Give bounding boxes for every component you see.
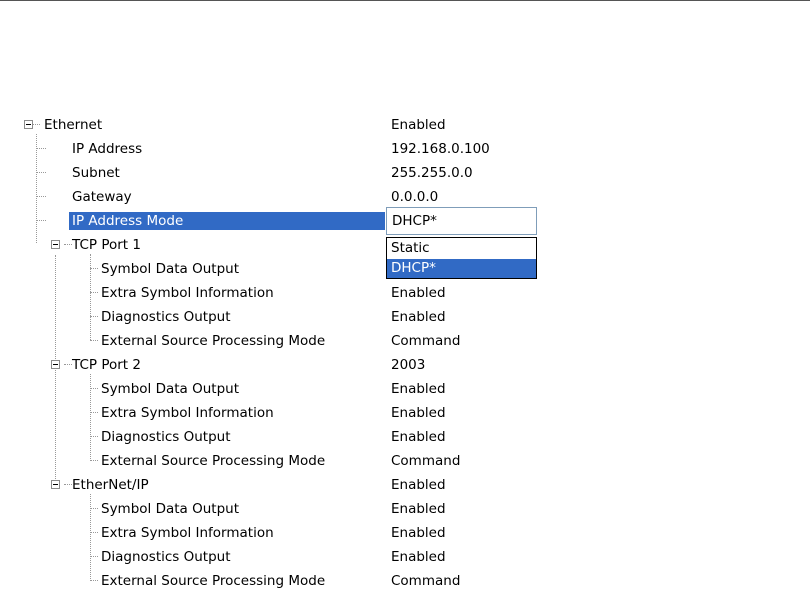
collapse-icon[interactable]	[51, 480, 60, 489]
tree-node-label: TCP Port 1	[72, 237, 141, 253]
tree-node-label: Ethernet	[44, 117, 103, 133]
tree-row-external-source-processing-mode[interactable]: External Source Processing Mode Command	[0, 449, 810, 473]
tree-node-value[interactable]: Enabled	[391, 548, 446, 566]
tree-row-diagnostics-output[interactable]: Diagnostics Output Enabled	[0, 425, 810, 449]
tree-node-value[interactable]: 2003	[391, 356, 425, 374]
tree-node-label: Gateway	[72, 189, 132, 205]
collapse-icon[interactable]	[51, 240, 60, 249]
tree-row-symbol-data-output[interactable]: Symbol Data Output Enabled	[0, 497, 810, 521]
tree-node-value[interactable]: Command	[391, 452, 460, 470]
tree-node-value[interactable]: Enabled	[391, 404, 446, 422]
tree-node-value[interactable]: 192.168.0.100	[391, 140, 490, 158]
tree-node-label: Diagnostics Output	[101, 309, 231, 325]
tree-row-diagnostics-output[interactable]: Diagnostics Output Enabled	[0, 545, 810, 569]
combobox-value: DHCP*	[392, 213, 437, 229]
tree-node-label: Extra Symbol Information	[101, 525, 274, 541]
dropdown-option-static[interactable]: Static	[387, 239, 536, 258]
tree-row-ethernet[interactable]: Ethernet Enabled	[0, 113, 810, 137]
tree-node-label: TCP Port 2	[72, 357, 141, 373]
dropdown-option-dhcp[interactable]: DHCP*	[387, 259, 536, 278]
tree-row-extra-symbol-information[interactable]: Extra Symbol Information Enabled	[0, 401, 810, 425]
tree-node-value[interactable]: Enabled	[391, 524, 446, 542]
tree-node-value[interactable]: Enabled	[391, 116, 446, 134]
tree-node-label: EtherNet/IP	[72, 477, 149, 493]
tree-node-value[interactable]: 0.0.0.0	[391, 188, 438, 206]
tree-node-value[interactable]: 255.255.0.0	[391, 164, 473, 182]
tree-row-subnet[interactable]: Subnet 255.255.0.0	[0, 161, 810, 185]
ip-address-mode-combobox[interactable]: DHCP*	[386, 207, 537, 235]
tree-node-label: Extra Symbol Information	[101, 285, 274, 301]
tree-node-label: IP Address Mode	[72, 213, 184, 229]
tree-row-ip-address[interactable]: IP Address 192.168.0.100	[0, 137, 810, 161]
tree-node-label: Diagnostics Output	[101, 549, 231, 565]
tree-node-value[interactable]: Command	[391, 332, 460, 350]
collapse-icon[interactable]	[51, 360, 60, 369]
tree-row-gateway[interactable]: Gateway 0.0.0.0	[0, 185, 810, 209]
tree-node-value[interactable]: Enabled	[391, 380, 446, 398]
tree-node-label: Diagnostics Output	[101, 429, 231, 445]
tree-node-value[interactable]: Enabled	[391, 476, 446, 494]
tree-row-extra-symbol-information[interactable]: Extra Symbol Information Enabled	[0, 521, 810, 545]
tree-node-label: Symbol Data Output	[101, 501, 239, 517]
tree-node-value[interactable]: Enabled	[391, 500, 446, 518]
tree-node-label: Subnet	[72, 165, 120, 181]
tree-node-value[interactable]: Command	[391, 572, 460, 590]
tree-row-tcp-port-2[interactable]: TCP Port 2 2003	[0, 353, 810, 377]
tree-node-label: External Source Processing Mode	[101, 333, 326, 349]
tree-node-value[interactable]: Enabled	[391, 308, 446, 326]
tree-node-label: External Source Processing Mode	[101, 573, 326, 589]
tree-row-external-source-processing-mode[interactable]: External Source Processing Mode Command	[0, 329, 810, 353]
tree-node-label: Symbol Data Output	[101, 381, 239, 397]
ip-address-mode-dropdown: Static DHCP*	[386, 237, 537, 279]
tree-node-label: Extra Symbol Information	[101, 405, 274, 421]
tree-node-value[interactable]: Enabled	[391, 284, 446, 302]
tree-node-label: IP Address	[72, 141, 143, 157]
tree-row-extra-symbol-information[interactable]: Extra Symbol Information Enabled	[0, 281, 810, 305]
tree-row-symbol-data-output[interactable]: Symbol Data Output Enabled	[0, 377, 810, 401]
tree-node-label: External Source Processing Mode	[101, 453, 326, 469]
tree-node-label: Symbol Data Output	[101, 261, 239, 277]
tree-node-value[interactable]: Enabled	[391, 428, 446, 446]
tree-row-external-source-processing-mode[interactable]: External Source Processing Mode Command	[0, 569, 810, 593]
settings-tree: Ethernet Enabled IP Address 192.168.0.10…	[0, 0, 810, 594]
tree-row-ethernet-ip[interactable]: EtherNet/IP Enabled	[0, 473, 810, 497]
collapse-icon[interactable]	[24, 120, 33, 129]
tree-row-diagnostics-output[interactable]: Diagnostics Output Enabled	[0, 305, 810, 329]
